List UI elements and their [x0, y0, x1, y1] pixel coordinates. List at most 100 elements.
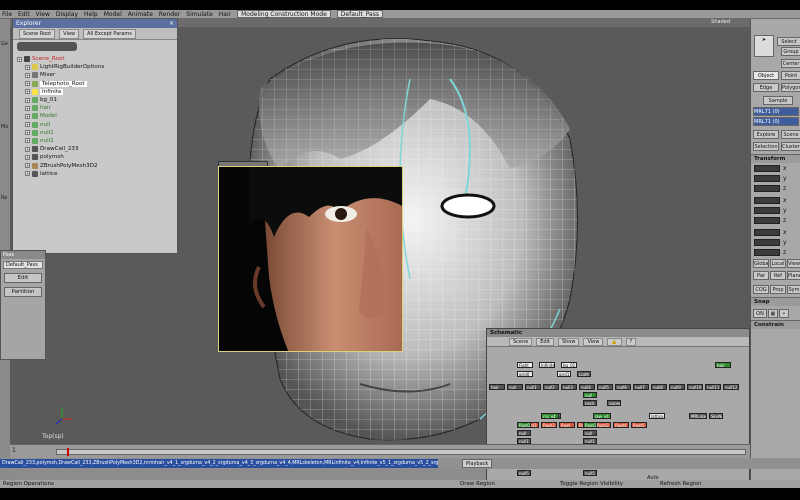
schematic-node[interactable]: lattice: [649, 413, 665, 419]
plane-button[interactable]: Plane: [787, 271, 800, 280]
pass-field[interactable]: Default_Pass: [3, 261, 43, 269]
expand-icon[interactable]: +: [25, 81, 30, 87]
schematic-node[interactable]: bg_01: [561, 362, 577, 368]
schematic-node[interactable]: null: [583, 392, 597, 398]
menu-help[interactable]: Help: [84, 11, 98, 18]
menu-file[interactable]: File: [2, 11, 12, 18]
select-arrow-icon[interactable]: ➤: [754, 35, 774, 57]
timeline-start-frame[interactable]: 1: [12, 447, 16, 454]
expand-icon[interactable]: +: [25, 146, 30, 152]
prop-button[interactable]: Prop: [770, 285, 786, 294]
menu-display[interactable]: Display: [56, 11, 78, 18]
expand-icon[interactable]: +: [25, 72, 30, 78]
global-button[interactable]: Global: [753, 259, 769, 268]
expand-icon[interactable]: +: [25, 97, 30, 103]
selection-button[interactable]: Selection: [753, 142, 779, 151]
schematic-node[interactable]: null2: [543, 384, 559, 390]
schematic-node[interactable]: Infinite: [539, 362, 555, 368]
tree-item[interactable]: + Model: [17, 112, 173, 120]
schematic-node[interactable]: null5: [583, 470, 597, 476]
command-line-field[interactable]: DrawCall_233,polymsh,DrawCall_233,ZBrush…: [0, 459, 438, 468]
pass-select[interactable]: Default_Pass: [336, 10, 383, 18]
explorer-search-input[interactable]: [17, 42, 77, 51]
left-tab-mo[interactable]: Mo: [1, 124, 8, 130]
tree-item[interactable]: + LightRigBuilderOptions: [17, 63, 173, 71]
snap-point-icon[interactable]: •: [779, 309, 789, 318]
schematic-node[interactable]: null1: [525, 384, 541, 390]
polygon-tab[interactable]: Polygon: [781, 83, 800, 92]
timeline-track[interactable]: [56, 448, 746, 456]
explore-button[interactable]: Explore: [753, 130, 779, 139]
schematic-show-menu[interactable]: Show: [557, 337, 580, 346]
schematic-node[interactable]: null: [517, 430, 531, 436]
sym-button[interactable]: Sym: [787, 285, 800, 294]
playback-button[interactable]: Playback: [462, 459, 493, 468]
schematic-node[interactable]: Light: [577, 371, 591, 377]
schematic-node[interactable]: null: [583, 430, 597, 436]
expand-icon[interactable]: +: [25, 130, 30, 136]
filter-all-except-params-button[interactable]: All Except Params: [83, 28, 136, 39]
point-tab[interactable]: Point: [781, 71, 800, 80]
center-button[interactable]: Center: [781, 59, 800, 68]
tree-item[interactable]: + Infinite: [17, 88, 173, 96]
menu-animate[interactable]: Animate: [128, 11, 153, 18]
tree-item[interactable]: + Telephoto_Root: [17, 80, 173, 88]
schematic-node[interactable]: grid1: [557, 371, 571, 377]
menu-edit[interactable]: Edit: [18, 11, 30, 18]
schematic-node[interactable]: SkyNd: [709, 413, 723, 419]
schematic-node[interactable]: null11: [705, 384, 721, 390]
menu-hair[interactable]: Hair: [219, 11, 231, 18]
tree-item[interactable]: + Scene_Root: [17, 55, 173, 63]
reference-photo-plane[interactable]: [218, 166, 403, 352]
left-tab-re[interactable]: Re: [1, 195, 7, 201]
timeline-playhead[interactable]: [67, 448, 69, 456]
left-tab-ge[interactable]: Ge: [1, 41, 8, 47]
schematic-node[interactable]: MRLskel: [689, 413, 707, 419]
expand-icon[interactable]: +: [25, 171, 30, 177]
schematic-node[interactable]: null7: [633, 384, 649, 390]
schematic-node[interactable]: null9: [669, 384, 685, 390]
schematic-title[interactable]: Schematic: [487, 329, 749, 337]
scope-scene-root-button[interactable]: Scene Root: [19, 28, 56, 39]
rotate-z-field[interactable]: [754, 217, 780, 224]
tree-item[interactable]: + polymsh: [17, 153, 173, 161]
translate-y-field[interactable]: [754, 239, 780, 246]
translate-z-field[interactable]: [754, 249, 780, 256]
edit-button[interactable]: Edit: [4, 273, 42, 283]
object-tab[interactable]: Object: [753, 71, 779, 80]
expand-icon[interactable]: +: [25, 105, 30, 111]
partition-button[interactable]: Partition: [4, 287, 42, 297]
snap-grid-icon[interactable]: ▦: [768, 309, 778, 318]
schematic-node[interactable]: null12: [723, 384, 739, 390]
schematic-node[interactable]: null6: [615, 384, 631, 390]
expand-icon[interactable]: +: [25, 138, 30, 144]
rotate-y-field[interactable]: [754, 207, 780, 214]
schematic-node[interactable]: null5: [597, 384, 613, 390]
schematic-node[interactable]: jaw_v4: [593, 413, 611, 419]
constrain-header[interactable]: Constrain: [751, 320, 800, 329]
expand-icon[interactable]: +: [17, 56, 22, 62]
expand-icon[interactable]: +: [25, 154, 30, 160]
scale-z-field[interactable]: [754, 185, 780, 192]
schematic-node[interactable]: null4: [579, 384, 595, 390]
cog-button[interactable]: COG: [753, 285, 769, 294]
material-field-1[interactable]: MRL71 (0): [753, 107, 799, 116]
schematic-node[interactable]: Root2: [517, 422, 531, 428]
expand-icon[interactable]: +: [25, 64, 30, 70]
translate-x-field[interactable]: [754, 229, 780, 236]
schematic-node[interactable]: upper: [607, 400, 621, 406]
expand-icon[interactable]: +: [25, 89, 30, 95]
schematic-node[interactable]: null10: [687, 384, 703, 390]
menu-render[interactable]: Render: [159, 11, 180, 18]
explorer-title-bar[interactable]: Explorer ×: [13, 19, 177, 28]
tree-item[interactable]: + null2: [17, 137, 173, 145]
clusters-button[interactable]: Clusters: [781, 142, 800, 151]
menu-simulate[interactable]: Simulate: [186, 11, 213, 18]
snap-header[interactable]: Snap: [751, 297, 800, 306]
schematic-node[interactable]: Root: [559, 422, 575, 428]
schematic-node[interactable]: Root4: [613, 422, 629, 428]
schematic-help-icon[interactable]: ?: [625, 337, 637, 346]
schematic-view-menu[interactable]: View: [583, 337, 604, 346]
close-icon[interactable]: ×: [169, 19, 177, 28]
snap-on-button[interactable]: ON: [753, 309, 767, 318]
